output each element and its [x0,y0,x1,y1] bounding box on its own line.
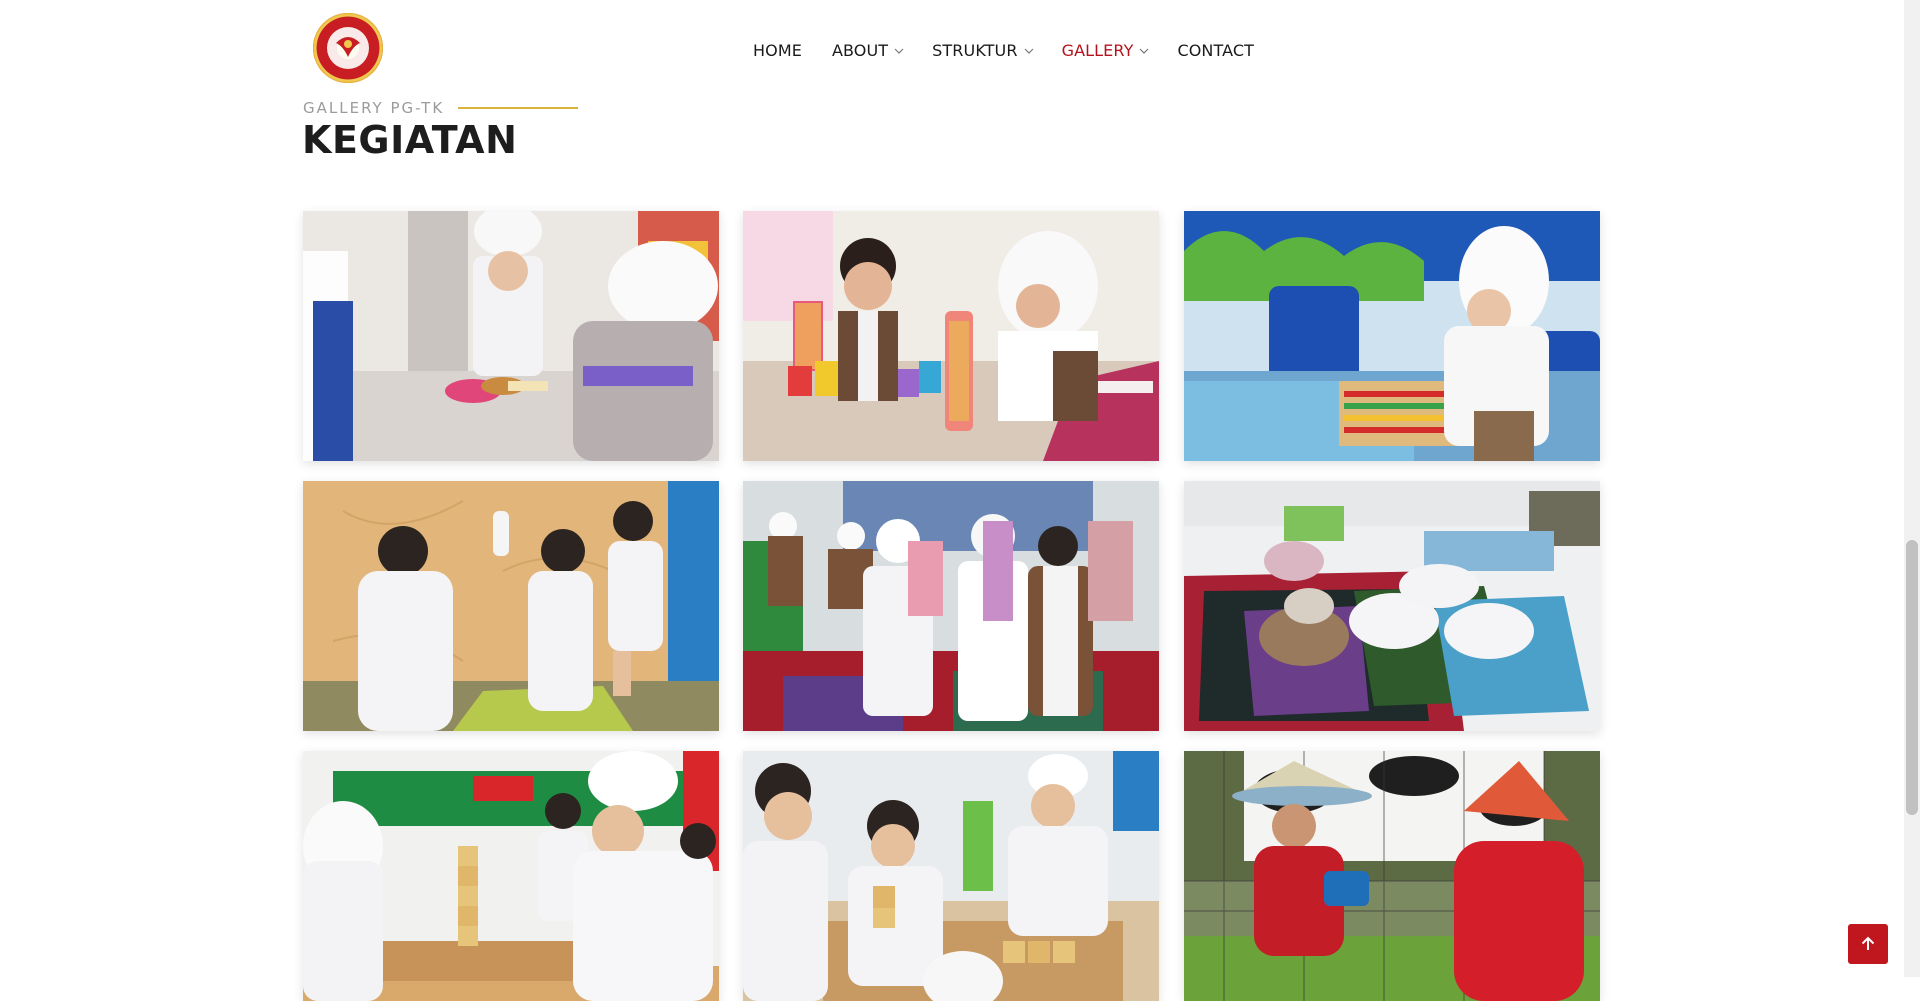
nav-contact[interactable]: CONTACT [1177,41,1254,60]
nav-struktur-label: STRUKTUR [932,40,1018,60]
gallery-photo-ablution[interactable] [303,481,719,731]
nav-home-label: HOME [753,40,802,60]
arrow-up-icon [1861,936,1875,950]
eyebrow-text: GALLERY PG-TK [303,99,445,117]
nav-gallery-label: GALLERY [1061,40,1134,60]
gallery-photo-prayer-line[interactable] [743,481,1159,731]
scrollbar-thumb[interactable] [1906,540,1918,815]
nav-home[interactable]: HOME [753,41,802,60]
chevron-down-icon [1024,46,1034,54]
nav-gallery[interactable]: GALLERY [1061,40,1149,60]
chevron-down-icon [1139,46,1149,54]
gallery-photo-farm-play[interactable] [1184,751,1600,1001]
nav-about-label: ABOUT [831,40,889,60]
section-eyebrow: GALLERY PG-TK [303,99,579,117]
nav-struktur[interactable]: STRUKTUR [932,40,1034,60]
gallery-photo-blocks-2[interactable] [743,751,1159,1001]
gallery-photo-cooking-play[interactable] [303,211,719,461]
gallery-photo-abacus[interactable] [1184,211,1600,461]
back-to-top-button[interactable] [1848,924,1888,964]
gallery-photo-sujud[interactable] [1184,481,1600,731]
nav-contact-label: CONTACT [1177,40,1255,60]
eyebrow-divider [458,107,579,109]
section-title: KEGIATAN [302,118,518,162]
gallery-photo-blocks-1[interactable] [303,751,719,1001]
logo-emblem-icon [314,14,382,82]
gallery-photo-sorting-beads[interactable] [743,211,1159,461]
chevron-down-icon [894,46,904,54]
school-logo[interactable] [313,13,383,83]
site-header: HOME ABOUT STRUKTUR GALLERY CONTACT [0,0,1904,98]
scrollbar-track[interactable] [1904,0,1920,977]
nav-about[interactable]: ABOUT [831,40,904,60]
main-nav: HOME ABOUT STRUKTUR GALLERY CONTACT [753,38,1284,62]
